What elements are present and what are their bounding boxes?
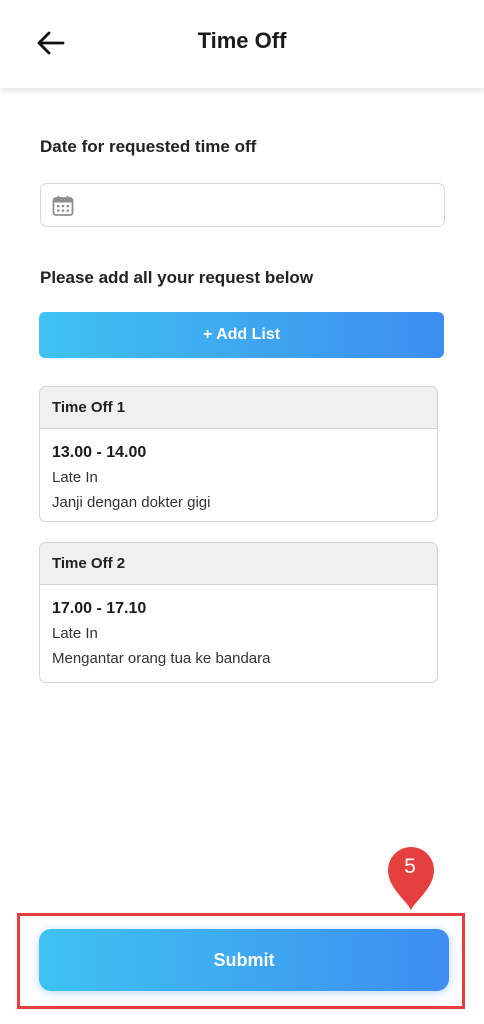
submit-button[interactable]: Submit: [39, 929, 449, 991]
card-body: 17.00 - 17.10 Late In Mengantar orang tu…: [40, 585, 437, 669]
card-time-range: 13.00 - 14.00: [52, 444, 147, 461]
step-number: 5: [404, 855, 416, 878]
card-type: Late In: [52, 625, 98, 642]
date-input[interactable]: [85, 184, 435, 226]
time-off-card[interactable]: Time Off 2 17.00 - 17.10 Late In Mengant…: [39, 542, 438, 683]
requests-label: Please add all your request below: [40, 268, 314, 287]
page-title: Time Off: [197, 28, 287, 53]
date-label: Date for requested time off: [40, 137, 257, 156]
card-time-range: 17.00 - 17.10: [52, 600, 147, 617]
date-field[interactable]: [40, 183, 445, 227]
card-note: Janji dengan dokter gigi: [52, 494, 211, 511]
calendar-icon: [52, 195, 74, 216]
app-header: Time Off: [0, 0, 484, 88]
card-title: Time Off 1: [40, 387, 437, 429]
card-body: 13.00 - 14.00 Late In Janji dengan dokte…: [40, 429, 437, 513]
time-off-card[interactable]: Time Off 1 13.00 - 14.00 Late In Janji d…: [39, 386, 438, 522]
card-type: Late In: [52, 469, 98, 486]
card-title: Time Off 2: [40, 543, 437, 585]
add-list-button[interactable]: + Add List: [39, 312, 444, 358]
card-note: Mengantar orang tua ke bandara: [52, 650, 271, 667]
